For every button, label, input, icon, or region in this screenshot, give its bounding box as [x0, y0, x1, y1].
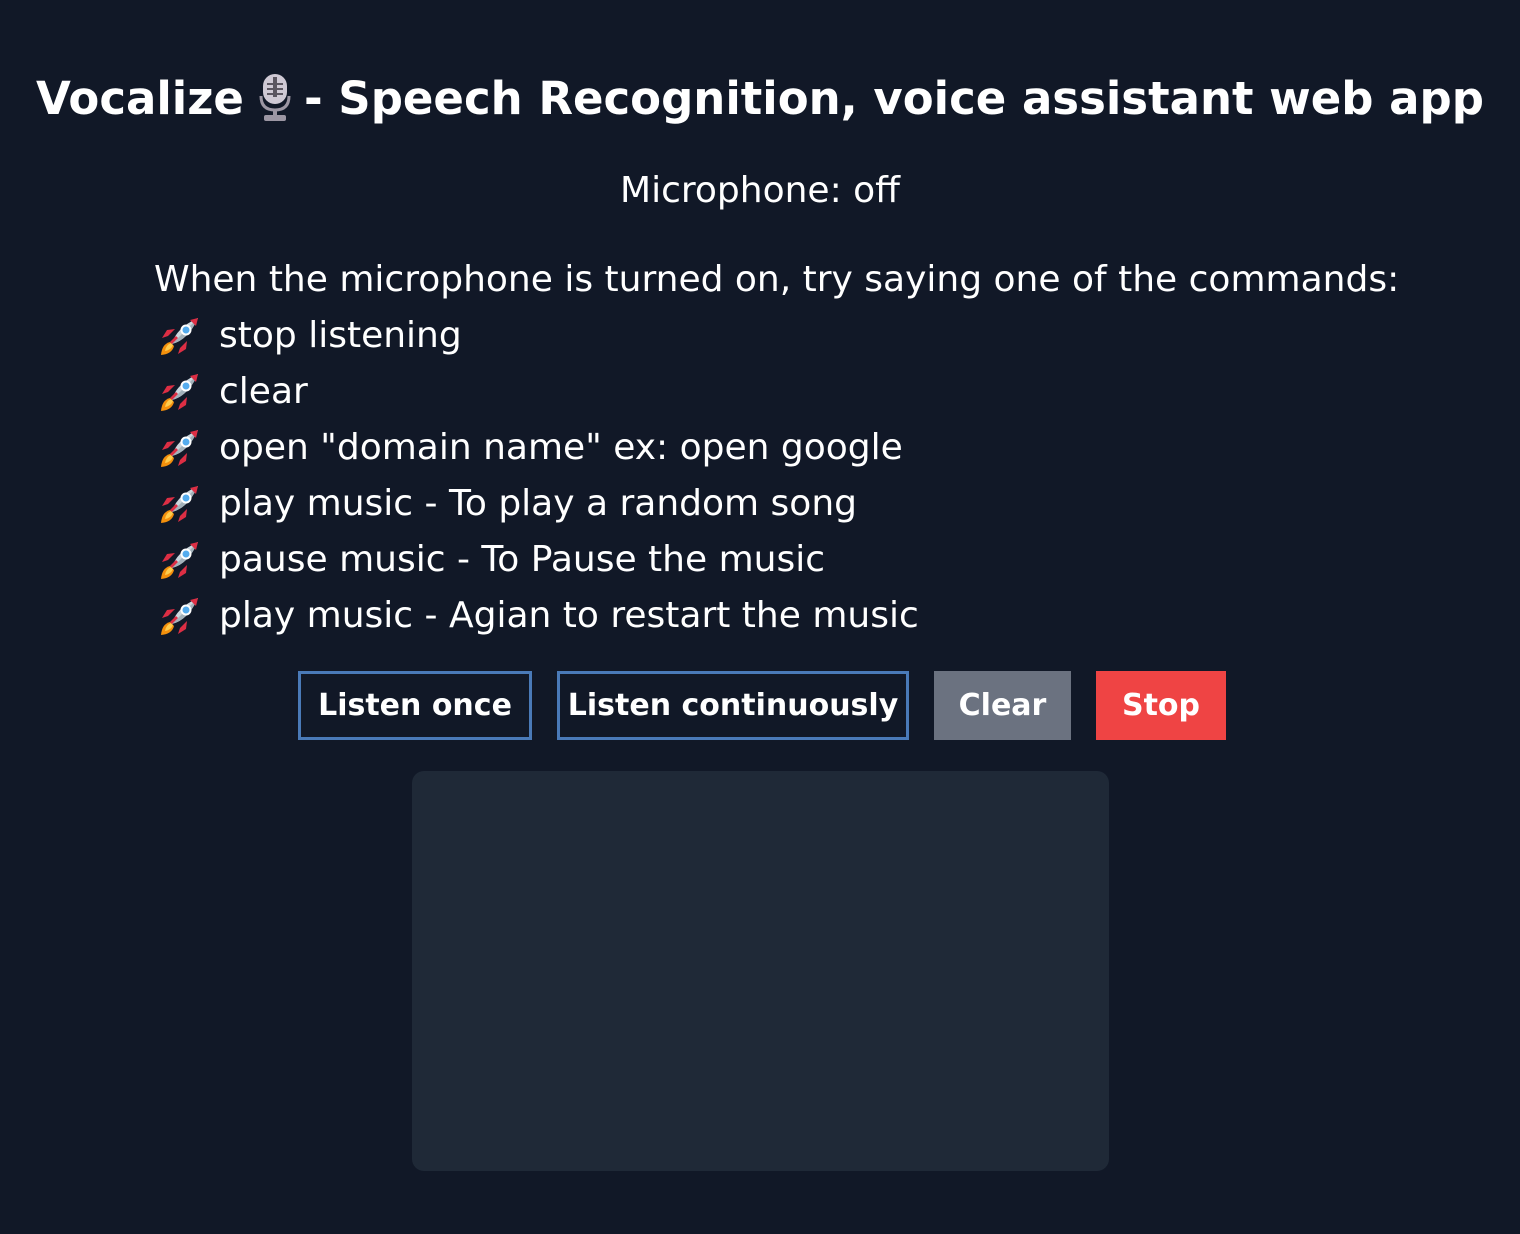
microphone-icon [258, 72, 292, 124]
commands-section: When the microphone is turned on, try sa… [154, 252, 1454, 644]
command-item: stop listening [154, 308, 1454, 364]
app-page: Vocalize - Speech Recognition, voice ass… [0, 0, 1520, 1234]
clear-button[interactable]: Clear [934, 671, 1071, 740]
control-buttons: Listen once Listen continuously Clear St… [298, 671, 1226, 740]
commands-intro: When the microphone is turned on, try sa… [154, 259, 1400, 300]
command-label: stop listening [219, 315, 462, 356]
page-title-prefix: Vocalize [36, 72, 244, 125]
rocket-icon [158, 482, 202, 526]
rocket-icon [158, 314, 202, 358]
command-item: play music - To play a random song [154, 476, 1454, 532]
listen-continuously-button[interactable]: Listen continuously [557, 671, 909, 740]
rocket-icon [158, 370, 202, 414]
rocket-icon [158, 426, 202, 470]
command-item: clear [154, 364, 1454, 420]
command-item: pause music - To Pause the music [154, 532, 1454, 588]
command-label: open "domain name" ex: open google [219, 427, 903, 468]
page-title-suffix: - Speech Recognition, voice assistant we… [303, 72, 1484, 125]
rocket-icon [158, 538, 202, 582]
stop-button[interactable]: Stop [1096, 671, 1226, 740]
page-title: Vocalize - Speech Recognition, voice ass… [0, 64, 1520, 134]
command-label: play music - Agian to restart the music [219, 595, 919, 636]
transcript-panel [412, 771, 1109, 1171]
command-label: pause music - To Pause the music [219, 539, 826, 580]
microphone-status: Microphone: off [620, 170, 900, 211]
command-item: play music - Agian to restart the music [154, 588, 1454, 644]
listen-once-button[interactable]: Listen once [298, 671, 532, 740]
command-label: play music - To play a random song [219, 483, 857, 524]
commands-list: stop listening clear open "domain name" ex… [154, 308, 1454, 644]
command-label: clear [219, 371, 308, 412]
command-item: open "domain name" ex: open google [154, 420, 1454, 476]
rocket-icon [158, 594, 202, 638]
